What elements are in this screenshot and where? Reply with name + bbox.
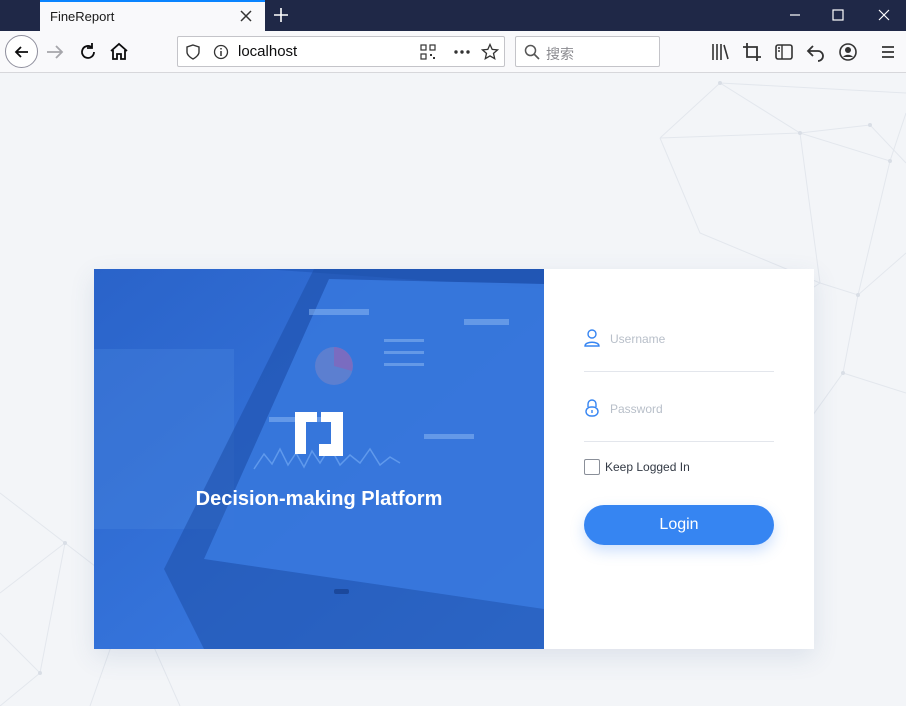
qr-code-icon[interactable] [420,44,436,60]
keep-logged-in[interactable]: Keep Logged In [584,459,690,475]
username-input[interactable] [610,329,770,349]
login-page: Decision-making Platform K [0,73,906,706]
keep-logged-in-checkbox[interactable] [584,459,600,475]
username-field [584,325,774,372]
close-icon[interactable] [239,9,253,23]
info-icon[interactable] [213,44,229,60]
search-bar[interactable]: 搜索 [515,36,660,67]
new-tab-icon[interactable] [272,6,290,24]
menu-icon[interactable] [876,40,900,64]
browser-titlebar: FineReport [0,0,906,31]
undo-icon[interactable] [804,40,828,64]
browser-tab[interactable]: FineReport [40,0,265,31]
search-icon [524,44,540,60]
login-button[interactable]: Login [584,505,774,545]
login-form: Keep Logged In Login [544,269,814,649]
arrow-left-icon [14,45,28,58]
finereport-logo [295,412,343,456]
search-placeholder: 搜索 [546,47,574,63]
hero-panel: Decision-making Platform [94,269,544,649]
library-icon[interactable] [709,40,733,64]
reload-icon[interactable] [76,40,100,64]
sidebar-icon[interactable] [772,40,796,64]
account-icon[interactable] [836,40,860,64]
password-field [584,395,774,442]
url-bar[interactable]: localhost [177,36,505,67]
more-actions-icon[interactable] [453,47,471,57]
user-icon [584,329,600,347]
forward-button[interactable] [43,40,67,64]
bookmark-star-icon[interactable] [481,43,499,61]
tab-title: FineReport [50,9,115,24]
home-icon[interactable] [107,40,131,64]
browser-navbar: localhost 搜索 [0,31,906,73]
minimize-icon[interactable] [785,6,805,24]
shield-icon[interactable] [186,44,200,60]
platform-title: Decision-making Platform [195,488,443,510]
screenshot-icon[interactable] [740,40,764,64]
password-input[interactable] [610,399,770,419]
keep-logged-in-label: Keep Logged In [605,460,690,474]
lock-icon [585,399,599,417]
back-button[interactable] [5,35,38,68]
window-close-icon[interactable] [874,6,894,24]
url-text: localhost [238,43,298,60]
maximize-icon[interactable] [828,6,848,24]
login-card: Decision-making Platform K [94,269,814,649]
